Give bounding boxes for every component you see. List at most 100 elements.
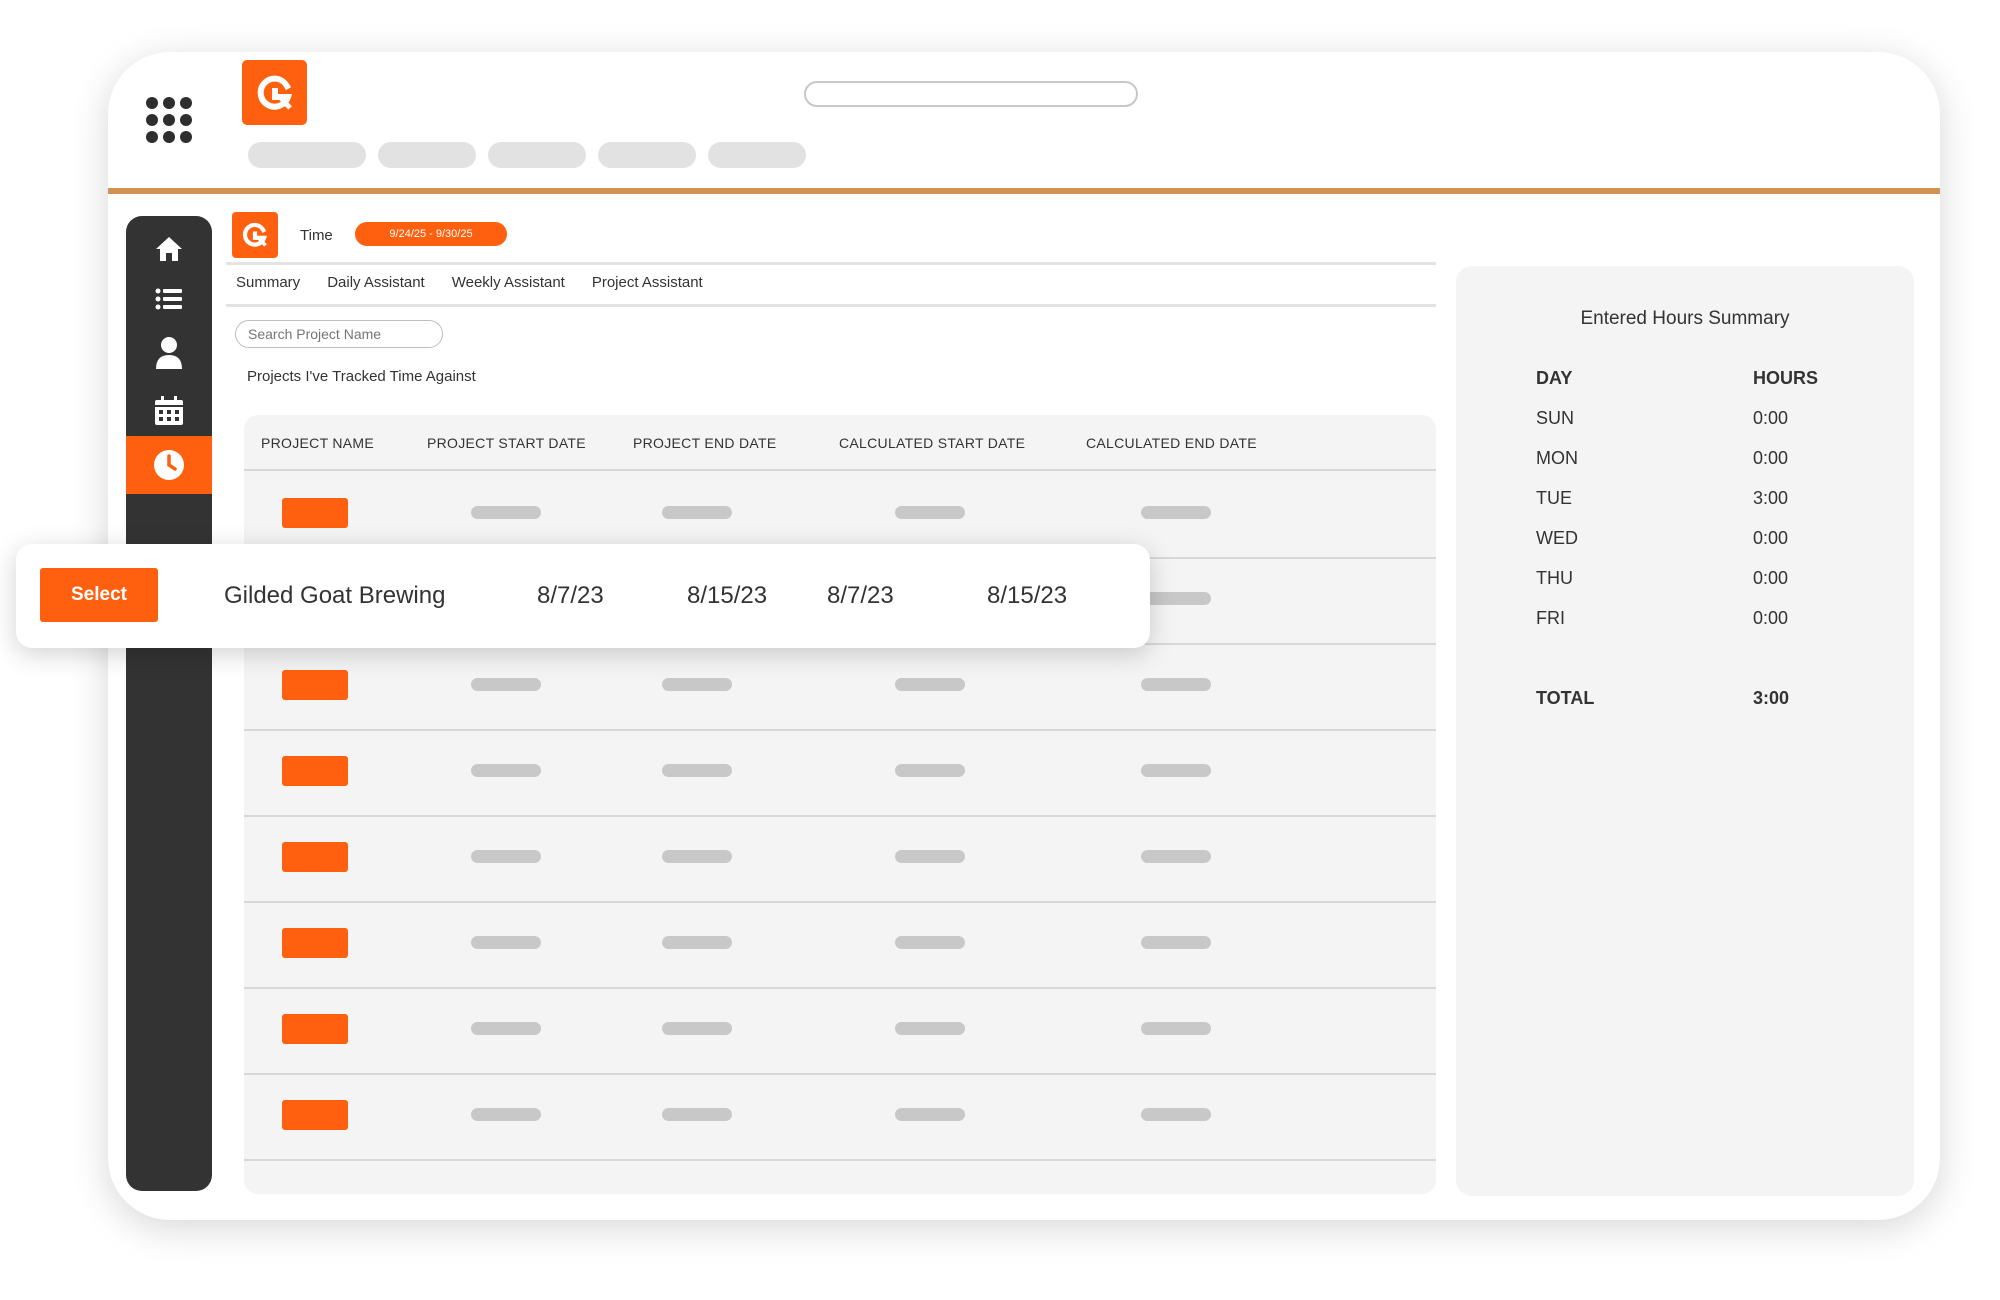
global-search-bar[interactable] (804, 81, 1138, 107)
placeholder-cell (895, 764, 965, 777)
row-select-button[interactable] (282, 1014, 348, 1044)
sidebar-item-calendar[interactable] (126, 386, 212, 436)
placeholder-cell (662, 1108, 732, 1121)
table-row (244, 815, 1436, 903)
column-header-calculated-start-date[interactable]: CALCULATED START DATE (839, 435, 1025, 451)
project-start-date: 8/7/23 (537, 582, 604, 609)
calculated-start-date: 8/7/23 (827, 582, 894, 609)
summary-hours: 0:00 (1753, 408, 1789, 428)
hours-column-header: HOURS (1753, 368, 1819, 388)
total-hours: 3:00 (1753, 688, 1790, 708)
placeholder-cell (1141, 1108, 1211, 1121)
summary-day: FRI (1536, 608, 1565, 628)
placeholder-cell (895, 506, 965, 519)
summary-title: Entered Hours Summary (1580, 308, 1790, 329)
brand-g-icon (257, 75, 292, 110)
time-module-logo (232, 212, 278, 258)
top-nav-placeholders (248, 142, 818, 168)
total-label: TOTAL (1536, 688, 1595, 708)
placeholder-cell (471, 764, 541, 777)
summary-hours: 3:00 (1753, 488, 1789, 508)
column-header-calculated-end-date[interactable]: CALCULATED END DATE (1086, 435, 1257, 451)
placeholder-cell (471, 1022, 541, 1035)
tab-project-assistant[interactable]: Project Assistant (592, 274, 703, 291)
placeholder-cell (1141, 506, 1211, 519)
placeholder-cell (1141, 592, 1211, 605)
table-row (244, 987, 1436, 1075)
brand-g-icon (242, 222, 268, 247)
table-row (244, 729, 1436, 817)
placeholder-cell (895, 1108, 965, 1121)
row-select-button[interactable] (282, 928, 348, 958)
list-icon (155, 288, 182, 310)
date-range-badge[interactable]: 9/24/25 - 9/30/25 (355, 222, 507, 246)
row-select-button[interactable] (282, 1100, 348, 1130)
placeholder-cell (895, 678, 965, 691)
tab-bar: Summary Daily Assistant Weekly Assistant… (236, 274, 730, 291)
tab-weekly-assistant[interactable]: Weekly Assistant (452, 274, 565, 291)
summary-hours: 0:00 (1753, 448, 1789, 468)
column-header-project-start-date[interactable]: PROJECT START DATE (427, 435, 586, 451)
summary-day: TUE (1536, 488, 1572, 508)
row-select-button[interactable] (282, 498, 348, 528)
table-row (244, 1073, 1436, 1161)
section-title: Projects I've Tracked Time Against (247, 368, 476, 385)
project-name: Gilded Goat Brewing (224, 582, 446, 609)
user-icon (156, 337, 182, 369)
row-select-button[interactable] (282, 756, 348, 786)
project-end-date: 8/15/23 (687, 582, 768, 609)
placeholder-cell (1141, 678, 1211, 691)
top-nav-placeholder[interactable] (708, 142, 806, 168)
tab-daily-assistant[interactable]: Daily Assistant (327, 274, 425, 291)
summary-day: WED (1536, 528, 1578, 548)
placeholder-cell (471, 850, 541, 863)
clock-icon (154, 450, 184, 480)
placeholder-cell (1141, 850, 1211, 863)
sidebar-item-home[interactable] (126, 224, 212, 274)
summary-day: SUN (1536, 408, 1575, 428)
column-header-project-end-date[interactable]: PROJECT END DATE (633, 435, 777, 451)
home-icon (156, 237, 182, 261)
brand-logo[interactable] (242, 60, 307, 125)
top-nav-placeholder[interactable] (378, 142, 476, 168)
placeholder-cell (471, 1108, 541, 1121)
summary-hours: 0:00 (1753, 528, 1789, 548)
day-column-header: DAY (1536, 368, 1573, 388)
placeholder-cell (662, 506, 732, 519)
row-select-button[interactable] (282, 842, 348, 872)
top-nav-placeholder[interactable] (598, 142, 696, 168)
sidebar-item-time[interactable] (126, 436, 212, 494)
select-button[interactable]: Select (40, 568, 158, 622)
top-nav-placeholder[interactable] (488, 142, 586, 168)
header-divider (108, 188, 1940, 194)
summary-hours: 0:00 (1753, 608, 1789, 628)
placeholder-cell (471, 678, 541, 691)
summary-day: MON (1536, 448, 1578, 468)
placeholder-cell (471, 936, 541, 949)
tab-summary[interactable]: Summary (236, 274, 300, 291)
divider (226, 262, 1436, 265)
sidebar-item-user[interactable] (126, 328, 212, 378)
divider (226, 304, 1436, 307)
placeholder-cell (662, 850, 732, 863)
app-grid-icon[interactable] (146, 97, 192, 143)
placeholder-cell (895, 850, 965, 863)
placeholder-cell (662, 1022, 732, 1035)
table-header: PROJECT NAME PROJECT START DATE PROJECT … (244, 415, 1436, 471)
column-header-project-name[interactable]: PROJECT NAME (261, 435, 374, 451)
placeholder-cell (1141, 764, 1211, 777)
placeholder-cell (895, 936, 965, 949)
sidebar-item-list[interactable] (126, 274, 212, 324)
entered-hours-summary: Entered Hours Summary DAY HOURS SUN 0:00 M… (1456, 266, 1914, 1196)
table-row (244, 901, 1436, 989)
calendar-icon (155, 396, 183, 425)
search-project-input[interactable] (235, 320, 443, 348)
row-select-button[interactable] (282, 670, 348, 700)
table-row (244, 643, 1436, 731)
placeholder-cell (662, 678, 732, 691)
placeholder-cell (1141, 936, 1211, 949)
summary-day: THU (1536, 568, 1573, 588)
placeholder-cell (1141, 1022, 1211, 1035)
placeholder-cell (662, 936, 732, 949)
top-nav-placeholder[interactable] (248, 142, 366, 168)
